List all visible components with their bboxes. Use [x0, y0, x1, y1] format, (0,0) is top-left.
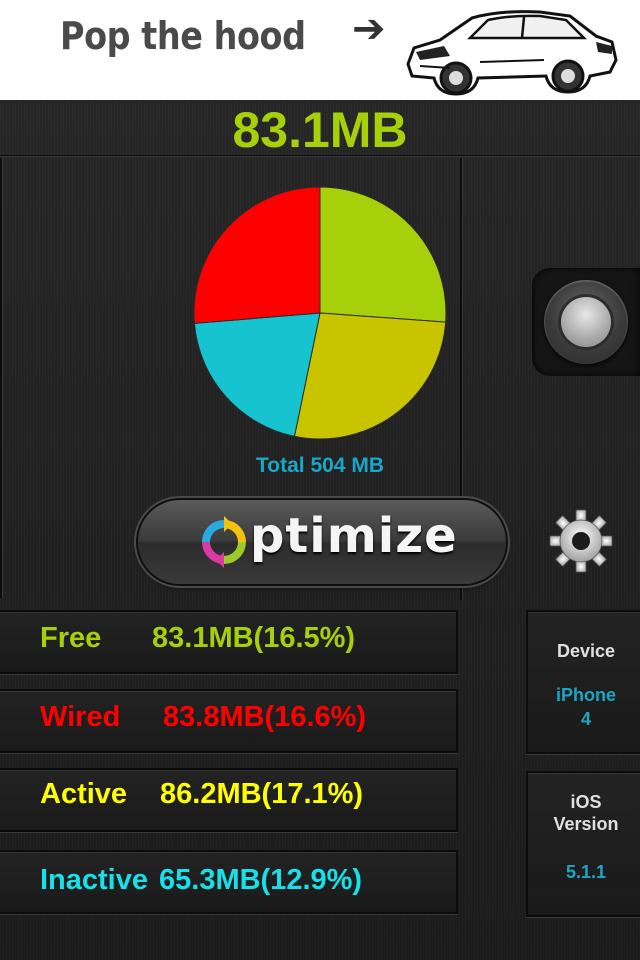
arrow-right-icon: ➔ — [352, 6, 386, 52]
ios-title: iOS — [570, 792, 602, 812]
total-memory-label: Total 504 MB — [256, 454, 384, 477]
pie-slice-free — [319, 186, 447, 323]
stat-label: Active — [40, 778, 128, 810]
device-generation: 4 — [580, 709, 591, 729]
stat-value: 83.8MB(16.6%) — [163, 701, 367, 733]
ios-version-value: 5.1.1 — [565, 862, 607, 882]
device-model: iPhone — [555, 685, 616, 705]
banner-text: Pop the hood — [60, 14, 306, 58]
stat-row-inactive: Inactive 65.3MB(12.9%) — [0, 850, 458, 914]
memory-pie-chart — [193, 186, 447, 440]
pie-slice-wired — [193, 186, 321, 324]
car-illustration — [406, 10, 618, 96]
stat-value: 83.1MB(16.5%) — [152, 622, 356, 654]
stat-value: 65.3MB(12.9%) — [159, 864, 363, 896]
stat-row-active: Active 86.2MB(17.1%) — [0, 768, 458, 832]
stat-row-free: Free 83.1MB(16.5%) — [0, 610, 458, 674]
home-button-icon — [544, 280, 628, 364]
pie-slice-active — [293, 312, 447, 440]
panel-edge — [0, 158, 2, 598]
refresh-circle-icon — [202, 516, 246, 568]
stat-value: 86.2MB(17.1%) — [160, 778, 364, 810]
stat-row-wired: Wired 83.8MB(16.6%) — [0, 689, 458, 753]
ios-title-version: Version — [553, 814, 619, 834]
device-panel: Device iPhone 4 — [526, 610, 640, 754]
stat-label: Free — [40, 622, 102, 654]
divider — [0, 155, 640, 157]
ios-version-panel: iOS Version 5.1.1 — [526, 771, 640, 917]
optimize-label: ptimize — [250, 508, 458, 564]
stat-label: Wired — [40, 701, 121, 733]
used-memory-headline: 83.1MB — [232, 102, 408, 158]
gear-icon[interactable] — [548, 508, 614, 574]
assistive-touch-button[interactable] — [532, 268, 640, 376]
stat-label: Inactive — [40, 864, 148, 896]
optimize-button[interactable]: ptimize — [138, 500, 506, 584]
ad-banner[interactable]: Pop the hood ➔ — [0, 0, 640, 100]
device-title: Device — [556, 641, 616, 661]
